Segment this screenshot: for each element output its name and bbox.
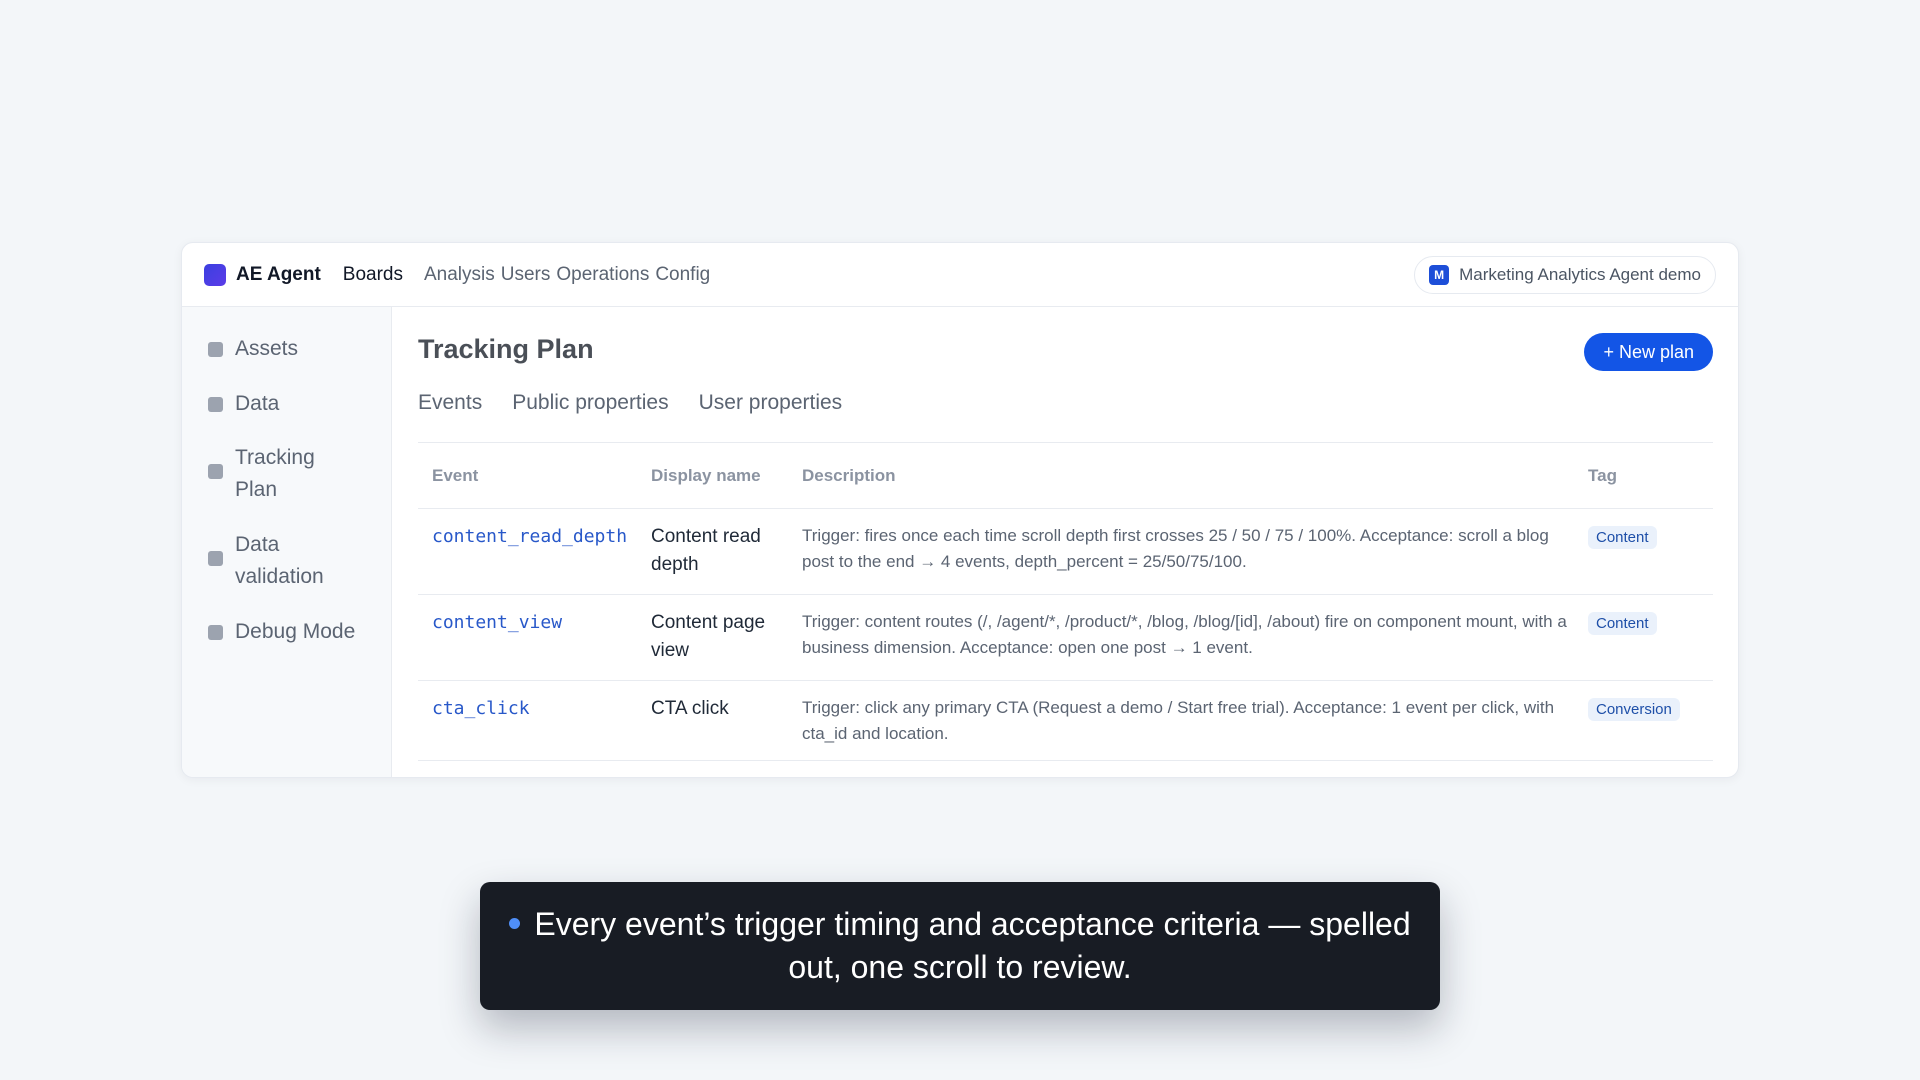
new-plan-button[interactable]: + New plan [1584, 333, 1713, 371]
table-header: Event Display name Description Tag [418, 443, 1713, 509]
nav-boards[interactable]: Boards [343, 264, 403, 286]
nav-config[interactable]: Config [655, 264, 710, 286]
square-icon [208, 551, 223, 566]
display-name: CTA click [651, 698, 729, 719]
sidebar-item-label: Debug Mode [235, 620, 356, 643]
table-row[interactable]: content_read_depth Content read depth Tr… [418, 509, 1713, 595]
event-description: Trigger: click any primary CTA (Request … [802, 698, 1555, 743]
sidebar-item-debug-mode[interactable]: Debug Mode [182, 616, 391, 648]
nav-analysis[interactable]: Analysis [424, 264, 495, 286]
workspace-name: Marketing Analytics Agent demo [1459, 265, 1701, 284]
tag-badge: Content [1588, 526, 1657, 549]
sidebar-item-data[interactable]: Data [182, 388, 391, 420]
nav-operations[interactable]: Operations [556, 264, 649, 286]
caption-text: Every event’s trigger timing and accepta… [534, 906, 1411, 985]
square-icon [208, 342, 223, 357]
sidebar-item-label: Data validation [235, 533, 324, 588]
main-content: Tracking Plan + New plan Events Public p… [392, 307, 1738, 777]
square-icon [208, 397, 223, 412]
nav-users[interactable]: Users [501, 264, 551, 286]
table-row[interactable]: content_view Content page view Trigger: … [418, 595, 1713, 681]
column-header-event: Event [432, 465, 479, 485]
top-navigation-bar: AE Agent Boards Analysis Users Operation… [182, 243, 1738, 307]
tag-badge: Conversion [1588, 698, 1680, 721]
column-header-tag: Tag [1588, 465, 1617, 485]
tab-public-properties[interactable]: Public properties [512, 391, 668, 415]
tag-badge: Content [1588, 612, 1657, 635]
app-window: AE Agent Boards Analysis Users Operation… [181, 242, 1739, 778]
square-icon [208, 625, 223, 640]
app-logo-icon [204, 263, 226, 286]
event-name[interactable]: content_view [432, 612, 562, 633]
workspace-switcher[interactable]: M Marketing Analytics Agent demo [1414, 256, 1716, 294]
event-name[interactable]: cta_click [432, 698, 530, 719]
event-name[interactable]: content_read_depth [432, 526, 627, 547]
sidebar-item-label: Tracking Plan [235, 446, 315, 501]
workspace-badge-icon: M [1429, 265, 1450, 285]
square-icon [208, 464, 223, 479]
table-row[interactable]: cta_click CTA click Trigger: click any p… [418, 681, 1713, 761]
bullet-dot-icon [509, 918, 521, 930]
sidebar-item-label: Data [235, 392, 280, 415]
display-name: Content page view [651, 612, 766, 661]
sidebar: Assets Data Tracking Plan Data validatio… [182, 307, 392, 777]
events-table: Event Display name Description Tag conte… [418, 443, 1713, 761]
event-description: Trigger: fires once each time scroll dep… [802, 526, 1549, 571]
brand-name[interactable]: AE Agent [236, 264, 321, 286]
column-header-display-name: Display name [651, 465, 761, 485]
sidebar-item-tracking-plan[interactable]: Tracking Plan [182, 442, 391, 506]
event-description: Trigger: content routes (/, /agent/*, /p… [802, 612, 1567, 657]
sidebar-item-label: Assets [235, 337, 299, 360]
tab-events[interactable]: Events [418, 391, 482, 415]
column-header-description: Description [802, 465, 896, 485]
page-title: Tracking Plan [418, 334, 594, 364]
caption-banner: Every event’s trigger timing and accepta… [480, 882, 1440, 1010]
display-name: Content read depth [651, 526, 761, 575]
tab-bar: Events Public properties User properties [418, 391, 1713, 443]
sidebar-item-data-validation[interactable]: Data validation [182, 529, 391, 593]
tab-user-properties[interactable]: User properties [699, 391, 843, 415]
sidebar-item-assets[interactable]: Assets [182, 333, 391, 365]
